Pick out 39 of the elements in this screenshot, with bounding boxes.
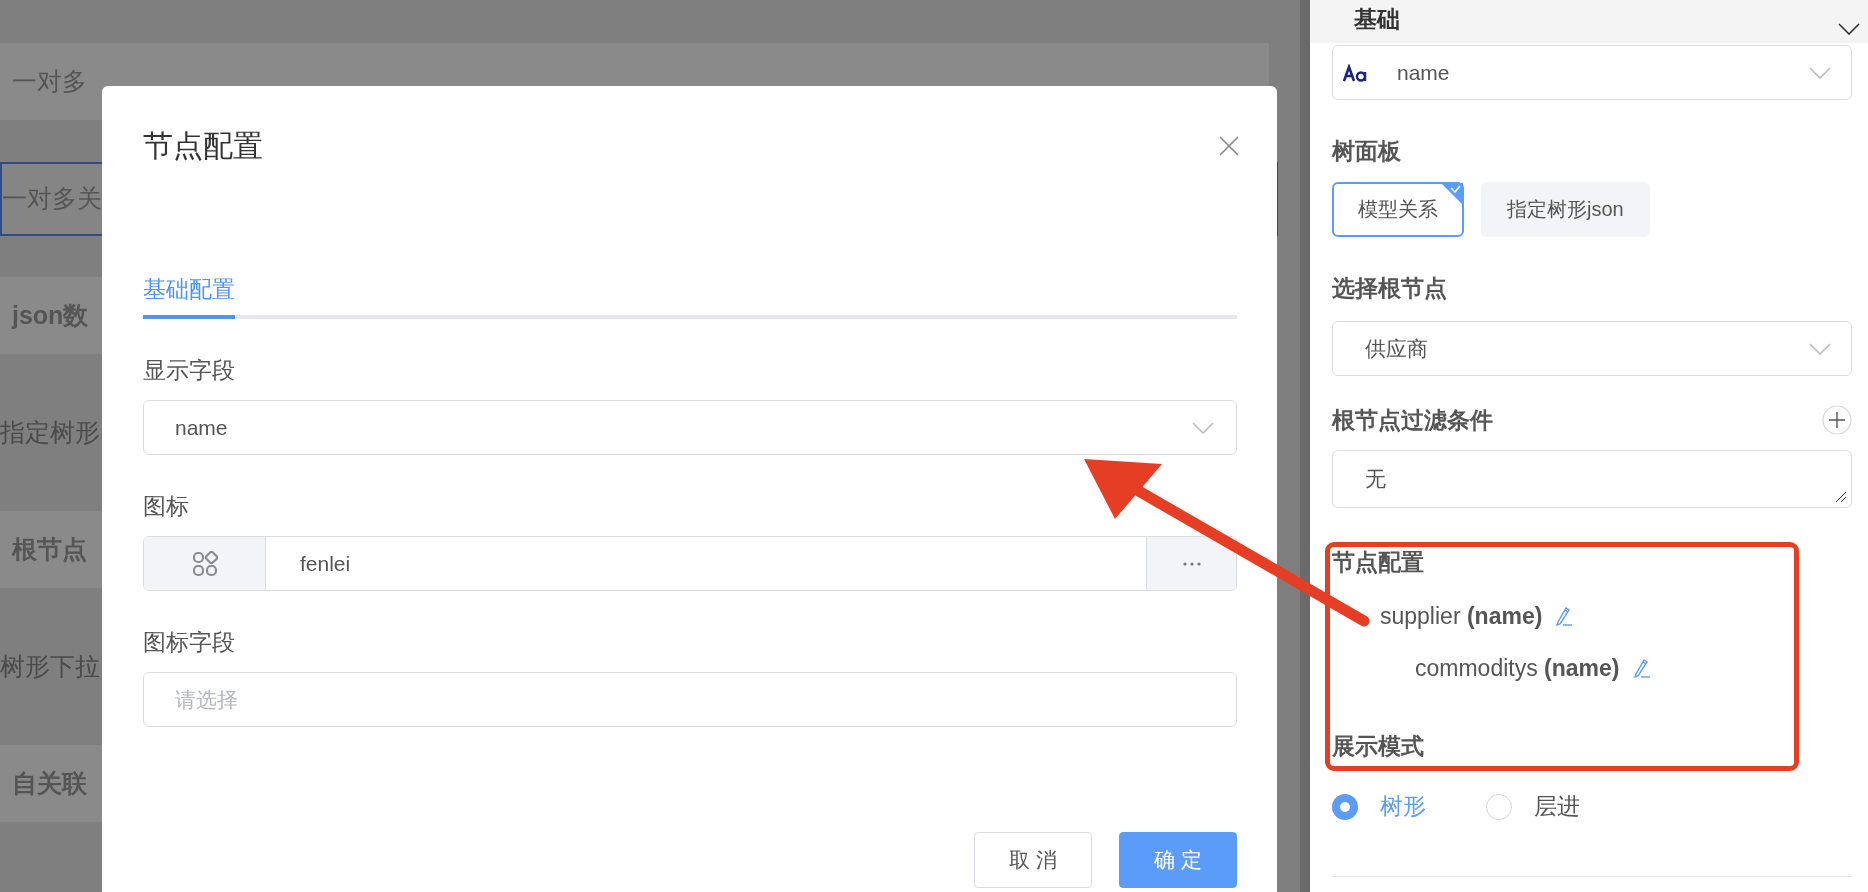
field-label: 图标字段 [143, 628, 236, 657]
radio-button[interactable] [1332, 793, 1358, 820]
field-label: 展示模式 [1332, 733, 1424, 760]
chevron-down-icon [1809, 342, 1831, 355]
section-header[interactable]: 基础 [1310, 0, 1868, 43]
field-select[interactable]: name [1332, 45, 1852, 100]
more-icon [1182, 561, 1201, 566]
radio-label[interactable]: 层进 [1534, 791, 1580, 822]
root-select[interactable]: 供应商 [1332, 321, 1852, 376]
add-icon[interactable] [1822, 405, 1852, 435]
check-corner-icon [1441, 183, 1463, 205]
more-button[interactable] [1146, 537, 1236, 590]
icon-picker-button[interactable] [144, 537, 266, 590]
node-label: commoditys (name) [1415, 654, 1620, 682]
filter-textarea[interactable]: 无 [1332, 450, 1852, 508]
chevron-down-icon [1838, 23, 1860, 35]
field-label: 树面板 [1332, 138, 1401, 165]
field-label: 根节点过滤条件 [1332, 406, 1493, 434]
option-button[interactable]: 指定树形json [1481, 182, 1650, 237]
pencil-icon[interactable] [1554, 605, 1575, 627]
cancel-button[interactable]: 取 消 [974, 832, 1092, 888]
pencil-icon[interactable] [1631, 657, 1652, 679]
input-field[interactable]: 请选择 [143, 672, 1237, 727]
option-button[interactable]: 模型关系 [1332, 182, 1464, 237]
section-title: 基础 [1354, 5, 1400, 34]
radio-button[interactable] [1486, 793, 1512, 820]
field-label: 选择根节点 [1332, 275, 1447, 302]
chevron-down-icon [1809, 66, 1831, 79]
field-label: 节点配置 [1332, 549, 1424, 576]
grid-icon [191, 550, 218, 577]
field-label: 显示字段 [143, 356, 236, 385]
node-label: supplier (name) [1380, 602, 1543, 630]
resize-grip-icon [1835, 491, 1847, 503]
chevron-down-icon [1192, 421, 1214, 434]
font-icon [1343, 63, 1369, 82]
field-label: 图标 [143, 492, 190, 521]
dialog-title: 节点配置 [143, 127, 263, 164]
field-select[interactable]: name [143, 400, 1237, 455]
close-icon[interactable] [1219, 136, 1239, 156]
